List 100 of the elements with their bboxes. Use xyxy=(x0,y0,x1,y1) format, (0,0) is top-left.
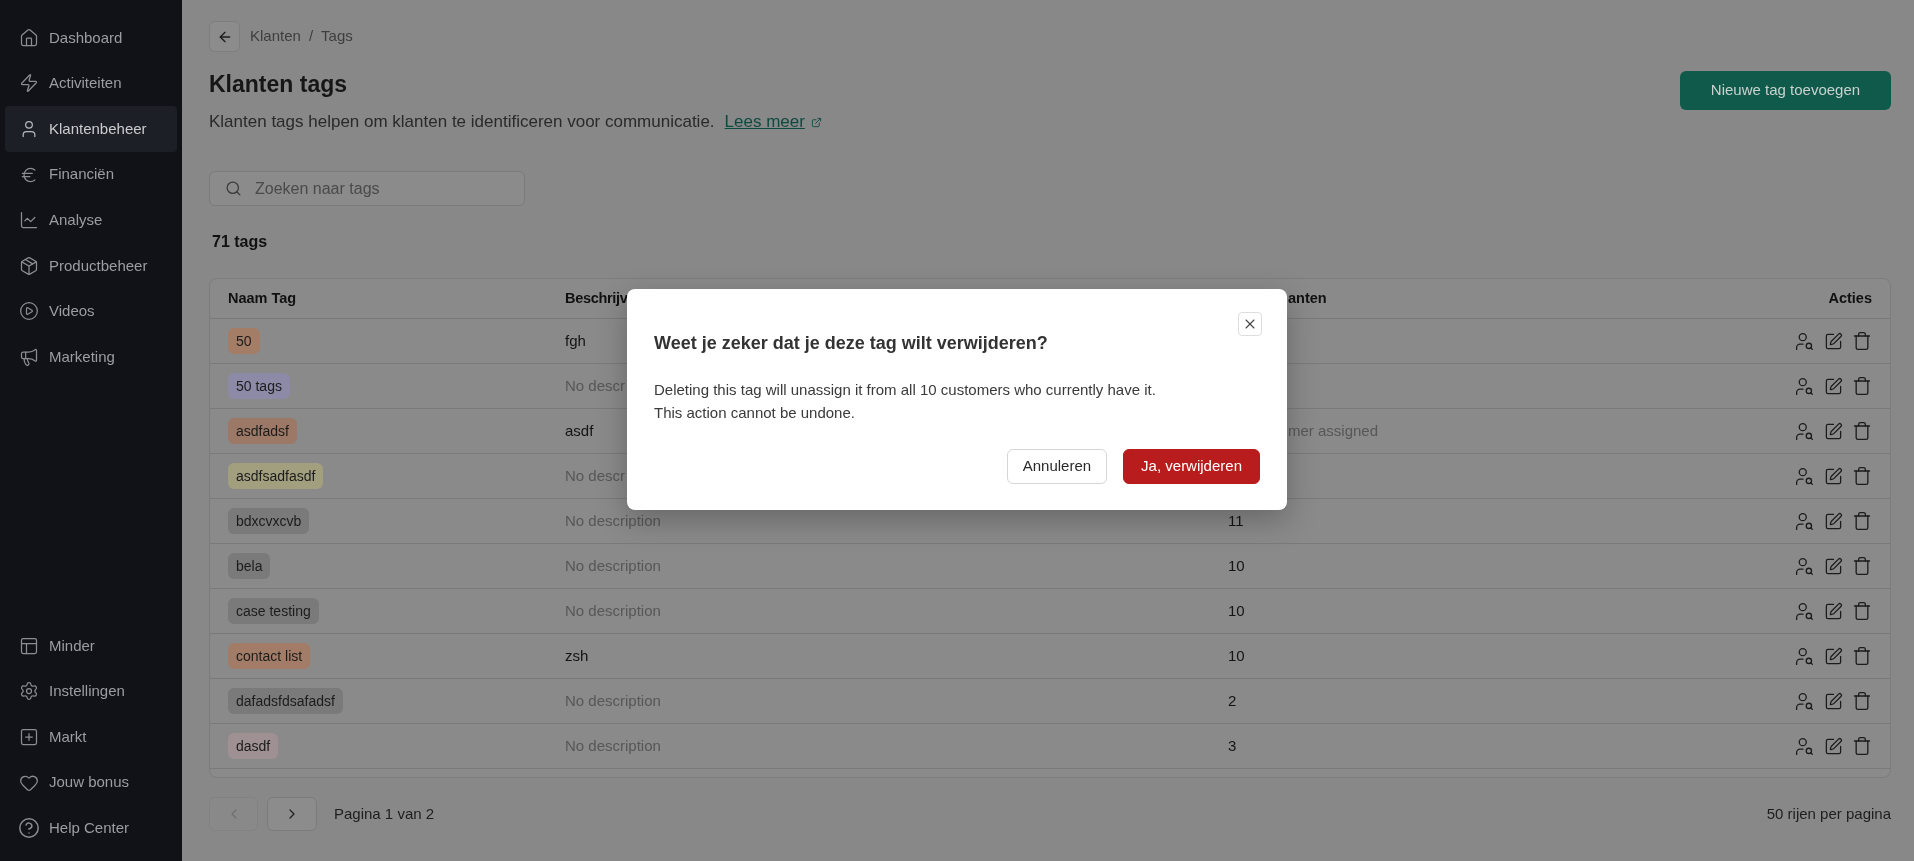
customer-count-text: 10 xyxy=(1228,600,1245,621)
view-customers-button[interactable] xyxy=(1794,330,1815,352)
rows-per-page: 50 rijen per pagina xyxy=(1766,803,1891,824)
edit-button[interactable] xyxy=(1824,376,1843,396)
back-button[interactable] xyxy=(209,21,240,52)
column-header: anten xyxy=(1288,288,1327,308)
edit-button[interactable] xyxy=(1824,556,1843,576)
external-link-icon xyxy=(810,116,822,128)
view-customers-button[interactable] xyxy=(1794,690,1815,712)
sidebar-item[interactable]: Marketing xyxy=(5,334,177,380)
sidebar-item[interactable]: Markt xyxy=(5,714,177,760)
line-chart-icon xyxy=(19,210,39,231)
confirm-delete-button[interactable]: Ja, verwijderen xyxy=(1123,449,1260,484)
sidebar-item[interactable]: Analyse xyxy=(5,197,177,243)
page-title: Klanten tags xyxy=(209,70,348,98)
sidebar-item[interactable]: Klantenbeheer xyxy=(5,106,177,152)
user-search-icon xyxy=(1794,465,1815,487)
sidebar-item[interactable]: Help Center xyxy=(5,805,177,851)
view-customers-button[interactable] xyxy=(1794,645,1815,667)
column-header: Naam Tag xyxy=(228,288,297,308)
view-customers-button[interactable] xyxy=(1794,555,1815,577)
megaphone-icon xyxy=(19,346,39,367)
user-search-icon xyxy=(1794,735,1815,757)
user-search-icon xyxy=(1794,375,1815,397)
sidebar-item[interactable]: Activiteiten xyxy=(5,60,177,107)
edit-icon xyxy=(1824,511,1843,531)
sidebar-item[interactable]: Minder xyxy=(5,623,177,669)
edit-icon xyxy=(1824,601,1843,621)
edit-button[interactable] xyxy=(1824,466,1843,486)
edit-button[interactable] xyxy=(1824,421,1843,441)
delete-button[interactable] xyxy=(1852,466,1872,486)
delete-button[interactable] xyxy=(1852,646,1872,666)
edit-button[interactable] xyxy=(1824,331,1843,351)
tag-chip: dasdf xyxy=(228,733,279,759)
user-search-icon xyxy=(1794,690,1815,712)
edit-button[interactable] xyxy=(1824,646,1843,666)
edit-button[interactable] xyxy=(1824,736,1843,756)
delete-button[interactable] xyxy=(1852,601,1872,621)
page-indicator: Pagina 1 van 2 xyxy=(334,803,435,824)
view-customers-button[interactable] xyxy=(1794,600,1815,622)
trash-icon xyxy=(1852,601,1872,621)
customer-count-text: 3 xyxy=(1228,735,1237,756)
delete-button[interactable] xyxy=(1852,511,1872,531)
edit-button[interactable] xyxy=(1824,601,1843,621)
column-header: Acties xyxy=(1828,288,1872,308)
edit-button[interactable] xyxy=(1824,511,1843,531)
help-icon xyxy=(19,818,39,839)
sidebar-item[interactable]: Videos xyxy=(5,288,177,335)
tag-chip: asdfadsf xyxy=(228,418,297,444)
breadcrumb-current: Tags xyxy=(321,26,353,47)
view-customers-button[interactable] xyxy=(1794,420,1815,442)
description-text: zsh xyxy=(565,645,589,666)
sidebar-item[interactable]: Financiën xyxy=(5,151,177,198)
edit-icon xyxy=(1824,646,1843,666)
trash-icon xyxy=(1852,556,1872,576)
view-customers-button[interactable] xyxy=(1794,375,1815,397)
sidebar-item[interactable]: Dashboard xyxy=(5,15,177,61)
tag-chip: contact list xyxy=(228,643,311,669)
edit-button[interactable] xyxy=(1824,691,1843,711)
customer-count-text: 2 xyxy=(1228,690,1237,711)
sidebar-item[interactable]: Productbeheer xyxy=(5,242,177,289)
view-customers-button[interactable] xyxy=(1794,735,1815,757)
search-field[interactable]: Zoeken naar tags xyxy=(209,171,525,206)
tag-chip: dafadsfdsafadsf xyxy=(228,688,343,714)
dialog-title: Weet je zeker dat je deze tag wilt verwijderen? xyxy=(654,332,1048,355)
description-text: asdf xyxy=(565,420,594,441)
delete-button[interactable] xyxy=(1852,421,1872,441)
delete-button[interactable] xyxy=(1852,736,1872,756)
cancel-button[interactable]: Annuleren xyxy=(1006,449,1108,484)
dialog-message: Deleting this tag will unassign it from all 10 customers who currently have it. xyxy=(654,380,1156,400)
panel-icon xyxy=(19,635,39,656)
tag-chip: asdfsadfasdf xyxy=(228,463,324,489)
settings-icon xyxy=(19,681,39,702)
play-icon xyxy=(19,301,39,322)
user-search-icon xyxy=(1794,420,1815,442)
user-search-icon xyxy=(1794,600,1815,622)
tag-chip: bela xyxy=(228,553,271,579)
trash-icon xyxy=(1852,466,1872,486)
delete-button[interactable] xyxy=(1852,331,1872,351)
sidebar-item[interactable]: Jouw bonus xyxy=(5,759,177,806)
trash-icon xyxy=(1852,421,1872,441)
tag-count: 71 tags xyxy=(212,232,268,252)
trash-icon xyxy=(1852,646,1872,666)
customer-count-text: 10 xyxy=(1228,555,1245,576)
user-search-icon xyxy=(1794,330,1815,352)
view-customers-button[interactable] xyxy=(1794,510,1815,532)
edit-icon xyxy=(1824,421,1843,441)
close-button[interactable] xyxy=(1238,312,1262,336)
sidebar-item[interactable]: Instellingen xyxy=(5,668,177,715)
edit-icon xyxy=(1824,556,1843,576)
breadcrumb-separator: / xyxy=(308,26,314,47)
tag-chip: case testing xyxy=(228,598,319,624)
delete-button[interactable] xyxy=(1852,691,1872,711)
delete-button[interactable] xyxy=(1852,556,1872,576)
view-customers-button[interactable] xyxy=(1794,465,1815,487)
trash-icon xyxy=(1852,376,1872,396)
column-header: Beschrijv xyxy=(565,288,628,308)
new-tag-button[interactable]: Nieuwe tag toevoegen xyxy=(1680,71,1891,110)
box-icon xyxy=(19,255,39,276)
delete-button[interactable] xyxy=(1852,376,1872,396)
